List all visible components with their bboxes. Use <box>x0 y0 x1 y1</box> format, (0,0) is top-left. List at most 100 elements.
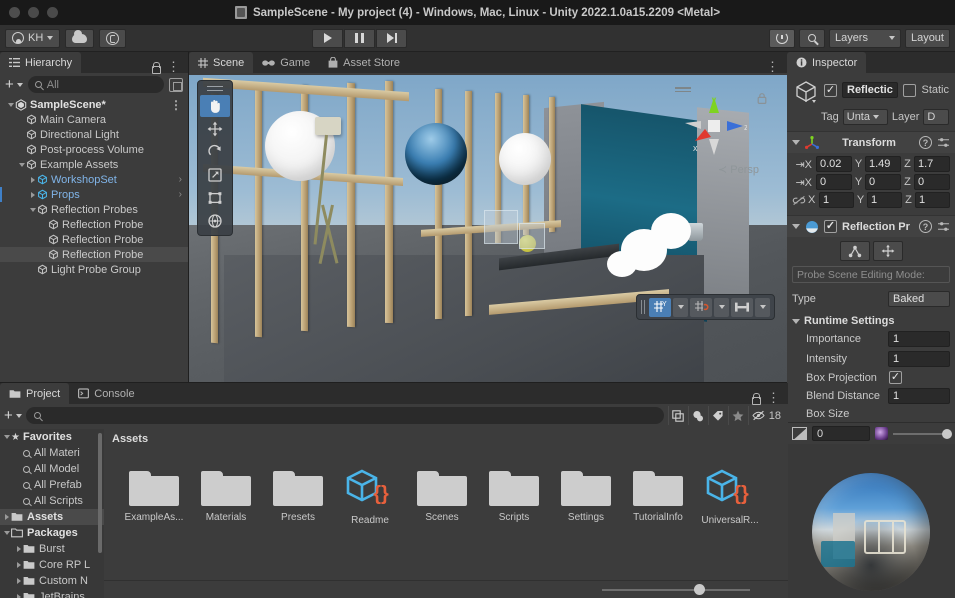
window-controls[interactable] <box>9 0 58 25</box>
project-tree[interactable]: ★FavoritesAll MateriAll ModelAll PrefabA… <box>0 429 104 598</box>
rotate-tool[interactable] <box>200 141 230 163</box>
asset-item[interactable]: Scripts <box>478 467 550 526</box>
probe-type-dropdown[interactable]: Baked <box>888 291 950 307</box>
filter-type-icon[interactable] <box>688 406 708 425</box>
tab-asset-store[interactable]: Asset Store <box>319 52 409 73</box>
search-options-icon[interactable] <box>169 78 183 92</box>
project-tree-item-all-model[interactable]: All Model <box>0 461 104 477</box>
chevron-right-icon[interactable] <box>14 546 23 552</box>
chevron-right-icon[interactable] <box>14 562 23 568</box>
hierarchy-item-workshopset[interactable]: WorkshopSet› <box>0 172 188 187</box>
chevron-right-icon[interactable] <box>28 177 37 183</box>
play-button[interactable] <box>312 29 343 48</box>
probe-box-projection-checkbox[interactable] <box>889 371 902 384</box>
project-tree-item-all-scripts[interactable]: All Scripts <box>0 493 104 509</box>
overlay-grip[interactable] <box>641 300 645 314</box>
grid-dropdown[interactable] <box>673 298 688 317</box>
chevron-down-icon[interactable] <box>6 103 15 107</box>
create-asset-button[interactable]: + <box>4 408 22 423</box>
asset-zoom-knob[interactable] <box>694 584 705 595</box>
hierarchy-item-post-process-volume[interactable]: Post-process Volume <box>0 142 188 157</box>
settings-icon[interactable] <box>937 221 950 232</box>
hierarchy-item-reflection-probe[interactable]: Reflection Probe <box>0 217 188 232</box>
edit-probe-origin-button[interactable] <box>873 241 903 261</box>
project-tree-item-custom-n[interactable]: Custom N <box>0 573 104 589</box>
grid-visibility-toggle[interactable]: Y <box>649 298 671 317</box>
perspective-label[interactable]: ≺ Persp <box>718 163 759 176</box>
hand-tool[interactable] <box>200 95 230 117</box>
hierarchy-item-light-probe-group[interactable]: Light Probe Group <box>0 262 188 277</box>
help-icon[interactable]: ? <box>919 220 932 233</box>
asset-zoom-slider[interactable] <box>602 589 750 591</box>
static-checkbox[interactable] <box>903 84 916 97</box>
lock-icon[interactable] <box>151 62 160 72</box>
step-button[interactable] <box>376 29 407 48</box>
create-gameobject-button[interactable]: + <box>5 77 23 92</box>
project-tree-item-jetbrains[interactable]: JetBrains <box>0 589 104 598</box>
chevron-down-icon[interactable] <box>2 435 11 439</box>
chevron-down-icon[interactable] <box>792 319 800 324</box>
project-search-input[interactable] <box>26 407 664 424</box>
asset-item[interactable]: Settings <box>550 467 622 526</box>
tab-project[interactable]: Project <box>0 383 69 404</box>
minimize-button[interactable] <box>28 7 39 18</box>
asset-item[interactable]: {}UniversalR... <box>694 467 766 526</box>
chevron-right-icon[interactable] <box>2 514 11 520</box>
asset-item[interactable]: Materials <box>190 467 262 526</box>
transform-position-z[interactable]: 1.7 <box>914 156 950 172</box>
hierarchy-item-props[interactable]: Props› <box>0 187 188 202</box>
tab-scene[interactable]: Scene <box>189 52 253 73</box>
layer-dropdown[interactable]: D <box>923 109 949 125</box>
chevron-down-icon[interactable] <box>792 224 800 229</box>
close-button[interactable] <box>9 7 20 18</box>
chevron-right-icon[interactable] <box>14 594 23 598</box>
account-button[interactable]: KH <box>5 29 60 48</box>
chevron-down-icon[interactable] <box>792 140 800 145</box>
lock-icon[interactable] <box>751 393 760 403</box>
maximize-button[interactable] <box>47 7 58 18</box>
hierarchy-item-samplescene[interactable]: SampleScene*⋮ <box>0 97 188 112</box>
tab-game[interactable]: Game <box>253 52 319 73</box>
snap-increment-button[interactable] <box>731 298 753 317</box>
chevron-right-icon[interactable]: › <box>179 174 188 185</box>
reflection-probe-enabled-checkbox[interactable] <box>824 220 837 233</box>
project-menu-icon[interactable]: ⋮ <box>767 391 780 404</box>
chevron-right-icon[interactable] <box>14 578 23 584</box>
object-active-checkbox[interactable] <box>824 84 837 97</box>
transform-component-header[interactable]: Transform ? <box>787 131 955 153</box>
project-tree-item-all-materi[interactable]: All Materi <box>0 445 104 461</box>
object-name-field[interactable]: Reflectic <box>842 82 898 98</box>
link-off-icon[interactable] <box>792 195 806 206</box>
edit-bounding-volume-button[interactable] <box>840 241 870 261</box>
favorites-icon[interactable] <box>728 406 748 425</box>
chevron-right-icon[interactable] <box>28 192 37 198</box>
mip-slider[interactable] <box>893 433 948 435</box>
transform-rotation-y[interactable]: 0 <box>865 174 901 190</box>
hierarchy-item-main-camera[interactable]: Main Camera <box>0 112 188 127</box>
chevron-right-icon[interactable]: › <box>179 189 188 200</box>
exposure-field[interactable]: 0 <box>812 426 870 441</box>
undo-history-button[interactable] <box>769 29 795 48</box>
project-tree-item-burst[interactable]: Burst <box>0 541 104 557</box>
hierarchy-item-reflection-probe[interactable]: Reflection Probe <box>0 232 188 247</box>
reflection-probe-component-header[interactable]: Reflection Pr ? <box>787 215 955 237</box>
help-icon[interactable]: ? <box>919 136 932 149</box>
rect-tool[interactable] <box>200 187 230 209</box>
settings-icon[interactable] <box>937 137 950 148</box>
probe-importance-field[interactable]: 1 <box>888 331 950 347</box>
scene-context-menu-icon[interactable]: ⋮ <box>170 99 188 111</box>
transform-scale-y[interactable]: 1 <box>867 192 902 208</box>
move-tool[interactable] <box>200 118 230 140</box>
tag-dropdown[interactable]: Unta <box>843 109 888 125</box>
runtime-settings-header[interactable]: Runtime Settings <box>787 309 955 329</box>
scene-viewport[interactable]: y z x ≺ Persp <box>189 75 787 382</box>
layers-dropdown[interactable]: Layers <box>829 29 901 48</box>
hierarchy-tree[interactable]: SampleScene*⋮Main CameraDirectional Ligh… <box>0 96 188 382</box>
project-tree-item-favorites[interactable]: ★Favorites <box>0 429 104 445</box>
tab-console[interactable]: Console <box>69 383 143 404</box>
asset-item[interactable]: Scenes <box>406 467 478 526</box>
grid-snap-toggle[interactable] <box>690 298 712 317</box>
exposure-icon[interactable] <box>792 427 807 440</box>
asset-item[interactable]: TutorialInfo <box>622 467 694 526</box>
project-tree-item-assets[interactable]: Assets <box>0 509 104 525</box>
